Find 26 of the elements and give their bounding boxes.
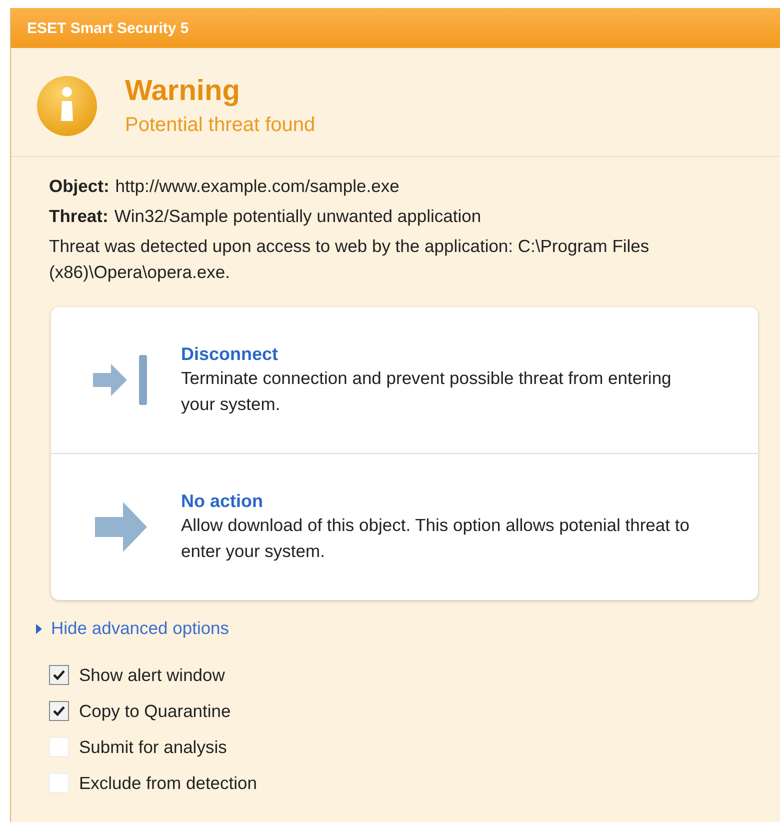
action-option[interactable]: Disconnect Terminate connection and prevent possible threat from entering your system. [51,307,758,453]
option-label: Copy to Quarantine [79,700,231,722]
checkmark-icon [52,669,66,681]
checkbox[interactable] [49,701,69,721]
action-title: No action [181,490,264,512]
triangle-icon [35,624,43,634]
detail-value: http://www.example.com/sample.exe [115,176,400,196]
window-title: ESET Smart Security 5 [27,20,189,36]
info-icon [35,74,99,138]
option-label: Exclude from detection [79,772,258,794]
arrow-to-bar-icon [91,353,149,407]
action-description: Terminate connection and prevent possible threat from entering your system. [181,366,672,416]
action-description: Allow download of this object. This option allows potenial threat to enter your system. [181,514,690,563]
checkbox[interactable] [49,665,69,685]
detail-value: Win32/Sample potentially unwanted application [114,206,482,226]
detail-label: Object: [49,176,110,196]
action-option[interactable]: No action Allow download of this object. This option allows potenial threat to enter your system. [51,453,758,600]
advanced-options-link[interactable]: Hide advanced options [35,618,780,639]
warning-subtitle: Potential threat found [125,114,316,137]
checkmark-icon [52,705,66,717]
threat-message: Threat was detected upon access to web by the application: C:\Program Files (x86)\Opera\opera.exe. [49,235,650,284]
action-title: Disconnect [181,344,280,364]
option-label: Submit for analysis [79,736,227,758]
detail-label: Threat: [49,206,108,226]
option-label: Show alert window [79,664,225,686]
warning-title: Warning [125,75,241,108]
